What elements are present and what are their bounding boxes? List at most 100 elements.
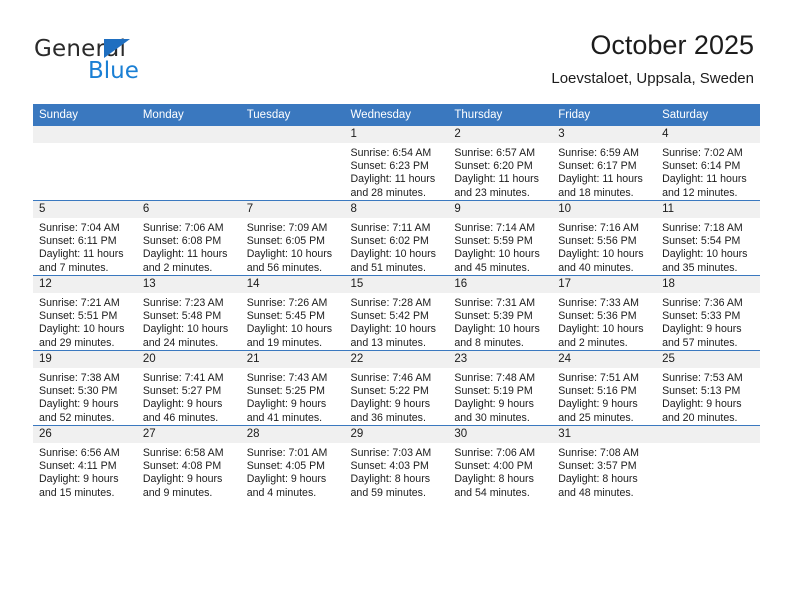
- day-details: Sunrise: 7:23 AM Sunset: 5:48 PM Daylight:…: [137, 293, 241, 350]
- sunrise-text: Sunrise: 7:51 AM: [558, 372, 639, 384]
- calendar-day-cell[interactable]: 27 Sunrise: 6:58 AM Sunset: 4:08 PM Dayligh…: [136, 425, 241, 500]
- calendar-day-cell[interactable]: 2 Sunrise: 6:57 AM Sunset: 6:20 PM Daylight…: [448, 126, 553, 201]
- calendar-day-cell[interactable]: 19 Sunrise: 7:38 AM Sunset: 5:30 PM Dayligh…: [33, 350, 137, 426]
- day-details: Sunrise: 7:33 AM Sunset: 5:36 PM Daylight:…: [552, 293, 656, 350]
- location-subtitle: Loevstaloet, Uppsala, Sweden: [551, 70, 754, 87]
- daylight-text-line1: Daylight: 9 hours: [39, 473, 119, 486]
- calendar-day-cell[interactable]: 8 Sunrise: 7:11 AM Sunset: 6:02 PM Daylight…: [344, 200, 449, 276]
- daylight-text-line1: Daylight: 10 hours: [454, 323, 540, 336]
- daylight-text-line2: and 57 minutes.: [662, 336, 738, 349]
- calendar-day-cell[interactable]: 4 Sunrise: 7:02 AM Sunset: 6:14 PM Daylight…: [656, 126, 760, 201]
- calendar-day-cell[interactable]: 1 Sunrise: 6:54 AM Sunset: 6:23 PM Daylight…: [344, 126, 449, 201]
- calendar-day-cell[interactable]: 25 Sunrise: 7:53 AM Sunset: 5:13 PM Dayligh…: [656, 350, 760, 426]
- day-details: Sunrise: 7:11 AM Sunset: 6:02 PM Daylight:…: [345, 218, 449, 275]
- weekday-header-thursday: Thursday: [448, 104, 553, 126]
- generalblue-logo[interactable]: General Blue: [34, 36, 234, 88]
- sunrise-text: Sunrise: 7:06 AM: [454, 447, 536, 459]
- day-number: 9: [448, 201, 553, 218]
- day-number: [656, 426, 760, 443]
- calendar-day-cell[interactable]: 28 Sunrise: 7:01 AM Sunset: 4:05 PM Dayligh…: [240, 425, 345, 500]
- daylight-text-line1: Daylight: 9 hours: [350, 398, 431, 411]
- daylight-text-line2: and 46 minutes.: [142, 411, 219, 424]
- calendar-day-cell[interactable]: 18 Sunrise: 7:36 AM Sunset: 5:33 PM Dayligh…: [656, 275, 760, 351]
- daylight-text-line2: and 4 minutes.: [246, 486, 317, 499]
- daylight-text-line1: Daylight: 10 hours: [662, 248, 748, 261]
- sunset-text: Sunset: 5:42 PM: [350, 310, 429, 323]
- daylight-text-line1: Daylight: 10 hours: [350, 248, 436, 261]
- sunrise-text: Sunrise: 7:31 AM: [454, 297, 536, 309]
- day-number: 12: [33, 276, 137, 293]
- weekday-header-saturday: Saturday: [656, 104, 760, 126]
- calendar-day-cell[interactable]: 16 Sunrise: 7:31 AM Sunset: 5:39 PM Dayligh…: [448, 275, 553, 351]
- calendar-week-row: 12 Sunrise: 7:21 AM Sunset: 5:51 PM Dayligh…: [33, 275, 760, 351]
- calendar-day-cell[interactable]: 10 Sunrise: 7:16 AM Sunset: 5:56 PM Dayligh…: [552, 200, 657, 276]
- calendar-day-cell[interactable]: 31 Sunrise: 7:08 AM Sunset: 3:57 PM Dayligh…: [552, 425, 657, 500]
- day-details: [137, 143, 241, 147]
- calendar-day-cell[interactable]: 9 Sunrise: 7:14 AM Sunset: 5:59 PM Daylight…: [448, 200, 553, 276]
- sunrise-text: Sunrise: 6:57 AM: [454, 147, 536, 159]
- sunrise-text: Sunrise: 7:23 AM: [142, 297, 224, 309]
- calendar-day-cell[interactable]: 7 Sunrise: 7:09 AM Sunset: 6:05 PM Daylight…: [240, 200, 345, 276]
- sunset-text: Sunset: 5:13 PM: [662, 385, 741, 398]
- calendar-week-row: 5 Sunrise: 7:04 AM Sunset: 6:11 PM Daylight…: [33, 200, 760, 276]
- day-details: Sunrise: 7:06 AM Sunset: 4:00 PM Daylight:…: [448, 443, 552, 500]
- calendar-day-cell[interactable]: 6 Sunrise: 7:06 AM Sunset: 6:08 PM Daylight…: [136, 200, 241, 276]
- sunrise-text: Sunrise: 7:53 AM: [662, 372, 743, 384]
- calendar-day-cell[interactable]: 21 Sunrise: 7:43 AM Sunset: 5:25 PM Dayligh…: [240, 350, 345, 426]
- day-number: 26: [33, 426, 137, 443]
- sunrise-text: Sunrise: 7:04 AM: [39, 222, 120, 234]
- daylight-text-line2: and 36 minutes.: [350, 411, 426, 424]
- day-number: 19: [33, 351, 137, 368]
- day-details: Sunrise: 6:57 AM Sunset: 6:20 PM Daylight:…: [448, 143, 552, 200]
- daylight-text-line1: Daylight: 9 hours: [454, 398, 534, 411]
- sunset-text: Sunset: 3:57 PM: [558, 460, 637, 473]
- daylight-text-line1: Daylight: 9 hours: [662, 398, 742, 411]
- calendar-day-cell[interactable]: 17 Sunrise: 7:33 AM Sunset: 5:36 PM Dayligh…: [552, 275, 657, 351]
- sunset-text: Sunset: 5:16 PM: [558, 385, 637, 398]
- sunset-text: Sunset: 5:59 PM: [454, 235, 533, 248]
- calendar-day-cell[interactable]: 30 Sunrise: 7:06 AM Sunset: 4:00 PM Dayligh…: [448, 425, 553, 500]
- sunrise-text: Sunrise: 7:14 AM: [454, 222, 536, 234]
- day-number: 2: [448, 126, 553, 143]
- calendar-cell-empty: [136, 126, 241, 201]
- day-number: [136, 126, 241, 143]
- day-details: Sunrise: 7:04 AM Sunset: 6:11 PM Daylight:…: [33, 218, 137, 275]
- day-details: [241, 143, 345, 147]
- sunrise-text: Sunrise: 7:11 AM: [350, 222, 431, 234]
- calendar-day-cell[interactable]: 15 Sunrise: 7:28 AM Sunset: 5:42 PM Dayligh…: [344, 275, 449, 351]
- calendar-day-cell[interactable]: 26 Sunrise: 6:56 AM Sunset: 4:11 PM Dayligh…: [33, 425, 137, 500]
- day-number: 1: [344, 126, 449, 143]
- calendar-day-cell[interactable]: 22 Sunrise: 7:46 AM Sunset: 5:22 PM Dayligh…: [344, 350, 449, 426]
- calendar-cell-empty: [656, 425, 760, 500]
- sunset-text: Sunset: 5:45 PM: [246, 310, 326, 323]
- calendar-day-cell[interactable]: 24 Sunrise: 7:51 AM Sunset: 5:16 PM Dayligh…: [552, 350, 657, 426]
- sunset-text: Sunset: 5:27 PM: [142, 385, 222, 398]
- daylight-text-line1: Daylight: 10 hours: [246, 248, 333, 261]
- calendar-day-cell[interactable]: 12 Sunrise: 7:21 AM Sunset: 5:51 PM Dayligh…: [33, 275, 137, 351]
- day-number: 22: [344, 351, 449, 368]
- calendar-day-cell[interactable]: 11 Sunrise: 7:18 AM Sunset: 5:54 PM Dayligh…: [656, 200, 760, 276]
- sunset-text: Sunset: 5:54 PM: [662, 235, 741, 248]
- calendar-day-cell[interactable]: 20 Sunrise: 7:41 AM Sunset: 5:27 PM Dayligh…: [136, 350, 241, 426]
- calendar-day-cell[interactable]: 14 Sunrise: 7:26 AM Sunset: 5:45 PM Dayligh…: [240, 275, 345, 351]
- calendar-day-cell[interactable]: 5 Sunrise: 7:04 AM Sunset: 6:11 PM Daylight…: [33, 200, 137, 276]
- sunrise-text: Sunrise: 7:06 AM: [142, 222, 224, 234]
- day-number: 31: [552, 426, 657, 443]
- sunrise-text: Sunrise: 7:21 AM: [39, 297, 120, 309]
- day-number: 4: [656, 126, 760, 143]
- day-details: Sunrise: 7:18 AM Sunset: 5:54 PM Daylight:…: [656, 218, 760, 275]
- sunset-text: Sunset: 5:30 PM: [39, 385, 118, 398]
- day-number: 3: [552, 126, 657, 143]
- calendar-page: General Blue October 2025 Loevstaloet, U…: [0, 0, 792, 612]
- day-details: Sunrise: 7:46 AM Sunset: 5:22 PM Daylight:…: [345, 368, 449, 425]
- sunset-text: Sunset: 6:17 PM: [558, 160, 637, 173]
- day-number: 28: [240, 426, 345, 443]
- day-number: 18: [656, 276, 760, 293]
- sunset-text: Sunset: 5:25 PM: [246, 385, 326, 398]
- calendar-day-cell[interactable]: 13 Sunrise: 7:23 AM Sunset: 5:48 PM Dayligh…: [136, 275, 241, 351]
- calendar-day-cell[interactable]: 29 Sunrise: 7:03 AM Sunset: 4:03 PM Dayligh…: [344, 425, 449, 500]
- calendar-day-cell[interactable]: 3 Sunrise: 6:59 AM Sunset: 6:17 PM Daylight…: [552, 126, 657, 201]
- daylight-text-line2: and 9 minutes.: [142, 486, 213, 499]
- calendar-day-cell[interactable]: 23 Sunrise: 7:48 AM Sunset: 5:19 PM Dayligh…: [448, 350, 553, 426]
- calendar-body: 1 Sunrise: 6:54 AM Sunset: 6:23 PM Daylight…: [33, 126, 760, 500]
